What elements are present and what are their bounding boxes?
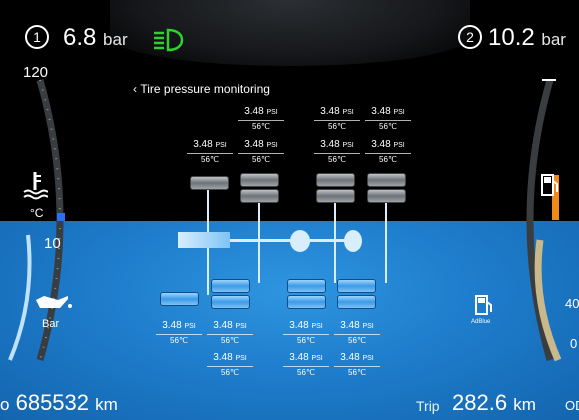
adblue-label: AdBlue (471, 319, 491, 325)
differential-icon (344, 230, 362, 252)
axle (258, 203, 260, 283)
right-gauge-partial-40: 40 (565, 296, 579, 311)
odometer-prefix: o (0, 395, 10, 414)
tire-label: 3.48 PSI 56℃ (156, 320, 202, 347)
left-pressure-value: 6.8 (63, 24, 97, 51)
temp-unit: °C (30, 206, 44, 220)
tire (160, 292, 199, 306)
tire-label: 3.48 PSI 56℃ (334, 352, 380, 379)
tire (287, 295, 326, 309)
tire (190, 176, 229, 190)
left-gauge-max: 120 (23, 64, 49, 81)
tire (367, 189, 406, 203)
right-edge-odo-label: OD (565, 398, 579, 413)
odometer: o 685532 km (0, 390, 118, 416)
tire (316, 173, 355, 187)
adblue-pump-icon (475, 295, 492, 315)
trip-label: Trip (416, 398, 440, 414)
tire (337, 279, 376, 293)
right-pressure-value: 10.2 (488, 24, 535, 51)
tire-label: 3.48 PSI 56℃ (207, 352, 253, 379)
oil-unit: Bar (42, 318, 60, 330)
tire-label: 3.48 PSI 56℃ (365, 106, 411, 133)
tire (211, 295, 250, 309)
tire-label: 3.48 PSI 56℃ (314, 106, 360, 133)
fuel-pump-icon (541, 174, 558, 196)
right-pressure: 10.2 bar (488, 24, 566, 52)
trip-unit: km (513, 395, 536, 414)
trip: 282.6 km (452, 390, 536, 416)
tire (337, 295, 376, 309)
tire-label: 3.48 PSI 56℃ (283, 352, 329, 379)
tpms-back-link[interactable]: ‹ Tire pressure monitoring (133, 82, 270, 96)
right-gauge-partial-0: 0 (570, 336, 578, 351)
left-gauge-min: 10 (44, 235, 61, 252)
axle (334, 203, 336, 283)
tire-label: 3.48 PSI 56℃ (283, 320, 329, 347)
headlight-icon (154, 28, 184, 52)
odometer-unit: km (95, 395, 118, 414)
tire (287, 279, 326, 293)
left-gauge-arc (8, 79, 64, 361)
right-gauge-arc (526, 79, 562, 362)
odometer-value: 685532 (15, 390, 90, 415)
tire (240, 173, 279, 187)
tire-label: 3.48 PSI 56℃ (365, 139, 411, 166)
circuit-1-badge: 1 (25, 25, 49, 49)
circuit-2-badge: 2 (458, 25, 482, 49)
tire-label: 3.48 PSI 56℃ (314, 139, 360, 166)
tpms-title: Tire pressure monitoring (140, 82, 270, 96)
temp-level-bar (57, 213, 65, 221)
tire (316, 189, 355, 203)
tire-label: 3.48 PSI 56℃ (207, 320, 253, 347)
tire-label: 3.48 PSI 56℃ (187, 139, 233, 166)
differential-icon (290, 230, 310, 252)
tire-label: 3.48 PSI 56℃ (238, 139, 284, 166)
axle (385, 203, 387, 283)
tire (240, 189, 279, 203)
left-pressure: 6.8 bar (63, 24, 128, 52)
right-pressure-unit: bar (541, 30, 566, 49)
oil-pressure-icon (36, 296, 72, 308)
engine-block (178, 232, 230, 248)
tire-label: 3.48 PSI 56℃ (238, 106, 284, 133)
coolant-temp-icon (23, 172, 48, 200)
trip-value: 282.6 (452, 390, 508, 415)
left-pressure-unit: bar (103, 30, 128, 49)
tire-label: 3.48 PSI 56℃ (334, 320, 380, 347)
tire (367, 173, 406, 187)
tire (211, 279, 250, 293)
